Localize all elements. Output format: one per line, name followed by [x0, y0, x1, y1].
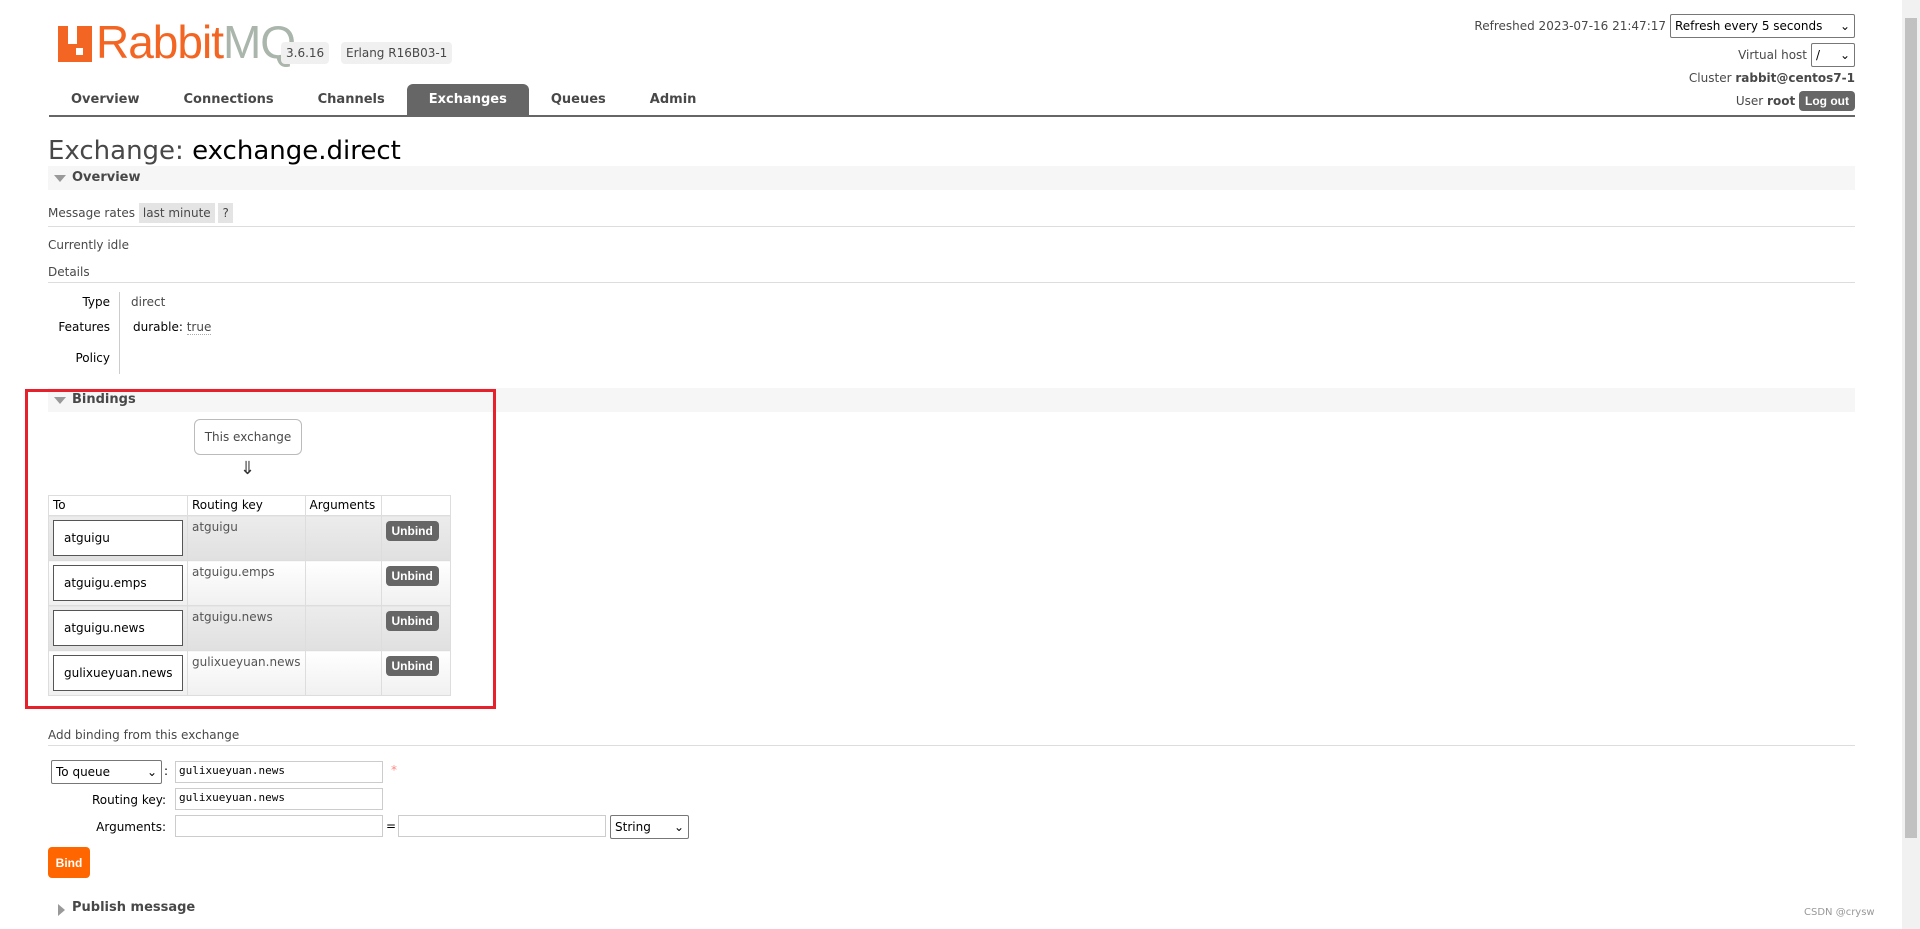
erlang-badge: Erlang R16B03-1 [341, 42, 453, 64]
cluster-info: Cluster rabbit@centos7-1 [1688, 71, 1855, 85]
vhost-label: Virtual host [1738, 48, 1807, 62]
features-value: durable: true [133, 320, 212, 335]
queue-link[interactable]: atguigu.emps [53, 565, 183, 601]
arguments [304, 560, 382, 606]
rabbit-logo-icon [58, 26, 92, 62]
destination-input[interactable]: gulixueyuan.news [175, 761, 383, 783]
watermark: CSDN @crysw [1804, 907, 1875, 918]
destination-type-select[interactable]: To queue ⌄ [51, 760, 162, 784]
details-heading: Details [48, 265, 90, 279]
status-text: Currently idle [48, 238, 129, 252]
routing-key: gulixueyuan.news [187, 650, 306, 696]
tab-connections[interactable]: Connections [162, 84, 296, 115]
unbind-button[interactable]: Unbind [385, 656, 439, 676]
arguments [304, 515, 382, 561]
table-row: atguigu atguigu Unbind [48, 515, 451, 561]
rate-period-button[interactable]: last minute [138, 203, 215, 223]
divider [48, 282, 1855, 283]
arrow-down-icon: ⇓ [240, 458, 256, 479]
table-row: atguigu.news atguigu.news Unbind [48, 605, 451, 651]
refresh-select[interactable]: Refresh every 5 seconds ⌄ [1670, 14, 1855, 38]
tab-exchanges[interactable]: Exchanges [406, 84, 529, 115]
add-binding-heading: Add binding from this exchange [48, 728, 240, 742]
arguments [304, 605, 382, 651]
tab-admin[interactable]: Admin [628, 84, 719, 115]
details-separator [119, 292, 120, 374]
unbind-button[interactable]: Unbind [385, 521, 439, 541]
bindings-table: To Routing key Arguments atguigu atguigu… [48, 495, 451, 696]
arguments-label: Arguments: [96, 820, 166, 834]
routing-key-label: Routing key: [92, 793, 166, 807]
divider [48, 745, 1855, 746]
routing-key: atguigu.news [187, 605, 306, 651]
collapse-triangle-icon [54, 175, 66, 182]
message-rates: Message rates last minute ? [48, 203, 233, 223]
features-label: Features [58, 320, 110, 334]
help-button[interactable]: ? [218, 203, 233, 223]
policy-label: Policy [75, 351, 110, 365]
queue-link[interactable]: gulixueyuan.news [53, 655, 183, 691]
publish-message-toggle[interactable]: Publish message [48, 898, 195, 918]
queue-link[interactable]: atguigu.news [53, 610, 183, 646]
col-arguments: Arguments [304, 495, 382, 516]
version-badge: 3.6.16 [281, 42, 330, 64]
tab-channels[interactable]: Channels [296, 84, 407, 115]
table-row: atguigu.emps atguigu.emps Unbind [48, 560, 451, 606]
bind-button[interactable]: Bind [48, 847, 90, 878]
type-label: Type [82, 295, 110, 309]
routing-key: atguigu [187, 515, 306, 561]
this-exchange-box: This exchange [194, 419, 302, 455]
table-row: gulixueyuan.news gulixueyuan.news Unbind [48, 650, 451, 696]
chevron-down-icon: ⌄ [146, 765, 157, 779]
routing-key: atguigu.emps [187, 560, 306, 606]
argument-value-input[interactable] [398, 815, 606, 837]
col-routing-key: Routing key [187, 495, 306, 516]
col-actions [380, 495, 451, 516]
page-title: Exchange: exchange.direct [48, 136, 401, 166]
rabbitmq-logo: RabbitMQTM [58, 19, 306, 65]
arguments [304, 650, 382, 696]
col-to: To [48, 495, 188, 516]
divider [48, 226, 1855, 227]
chevron-down-icon: ⌄ [1839, 19, 1850, 33]
argument-key-input[interactable] [175, 815, 383, 837]
scrollbar-thumb[interactable] [1905, 18, 1917, 838]
cluster-name: rabbit@centos7-1 [1735, 71, 1855, 85]
argument-type-select[interactable]: String ⌄ [610, 815, 689, 839]
equals-sign: = [386, 819, 397, 833]
chevron-down-icon: ⌄ [673, 820, 684, 834]
vhost-select[interactable]: / ⌄ [1811, 43, 1855, 67]
unbind-button[interactable]: Unbind [385, 566, 439, 586]
vhost-area: Virtual host / ⌄ [1738, 43, 1855, 67]
required-marker: * [391, 763, 397, 777]
expand-triangle-icon [58, 904, 65, 916]
refreshed-time: Refreshed 2023-07-16 21:47:17 [1474, 19, 1666, 33]
routing-key-input[interactable]: gulixueyuan.news [175, 788, 383, 810]
tab-queues[interactable]: Queues [529, 84, 628, 115]
tab-overview[interactable]: Overview [49, 84, 162, 115]
unbind-button[interactable]: Unbind [385, 611, 439, 631]
colon: : [164, 764, 169, 778]
chevron-down-icon: ⌄ [1839, 48, 1850, 62]
type-value: direct [131, 295, 166, 309]
main-nav: Overview Connections Channels Exchanges … [49, 84, 1855, 117]
refresh-area: Refreshed 2023-07-16 21:47:17 Refresh ev… [1474, 14, 1855, 38]
queue-link[interactable]: atguigu [53, 520, 183, 556]
overview-section-toggle[interactable]: Overview [48, 166, 1855, 190]
